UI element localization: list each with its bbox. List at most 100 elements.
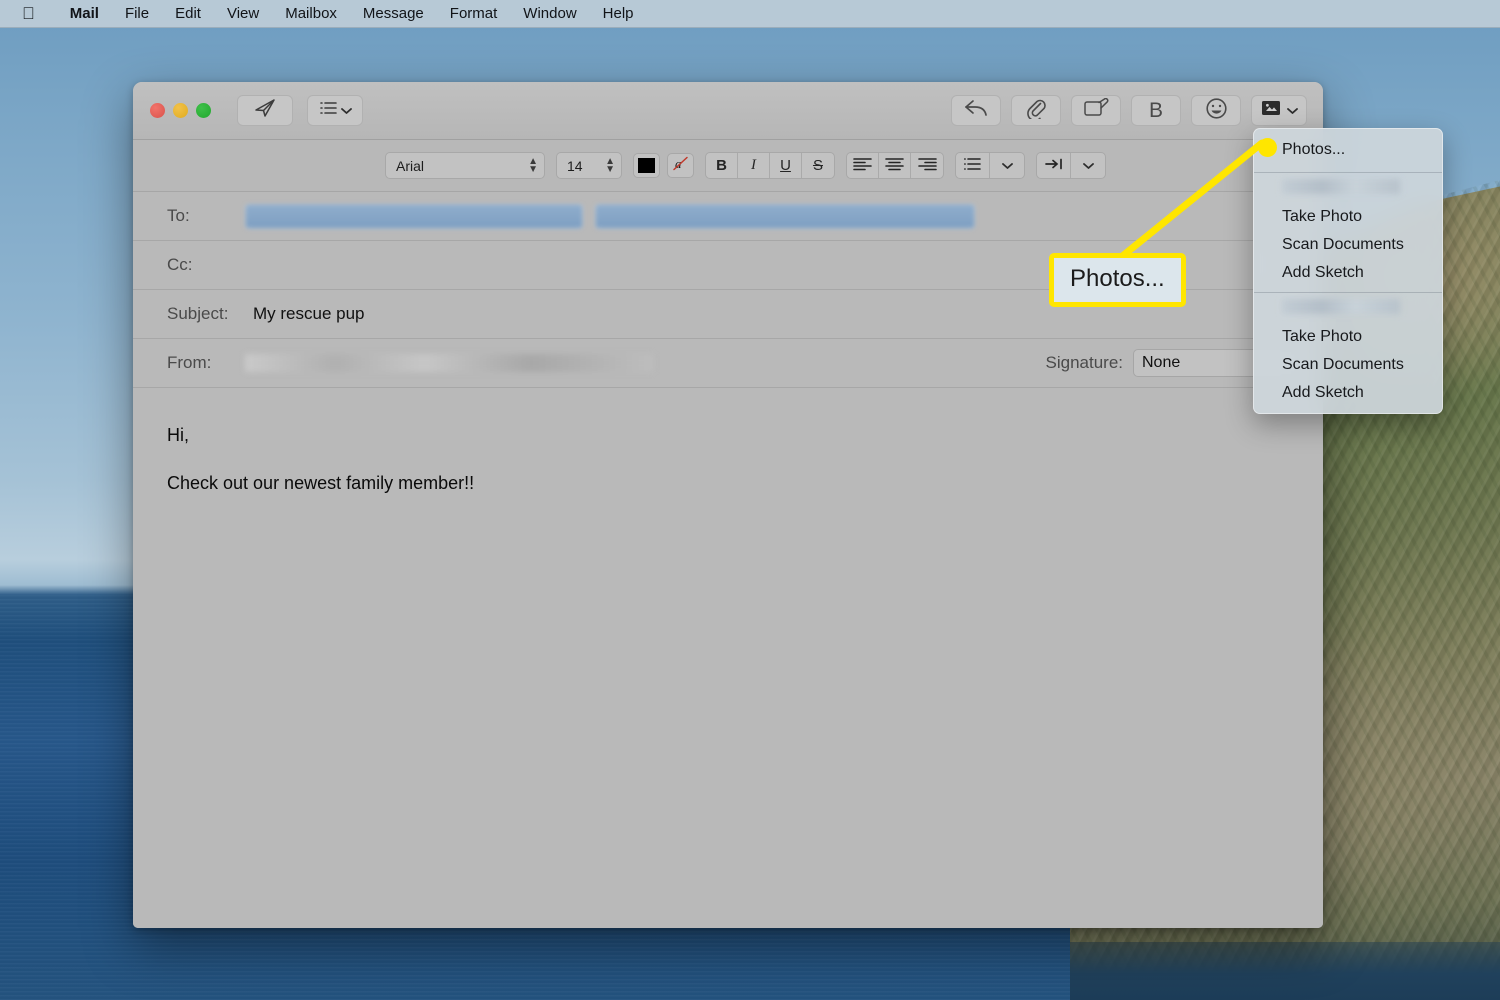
subject-label: Subject: [167,304,229,323]
text-style-group: B I U S [705,152,835,179]
menu-item-view[interactable]: View [214,0,272,28]
highlight-color-button[interactable]: a [667,153,694,178]
menu-device-header [1282,179,1400,194]
photo-browser-icon [1261,99,1284,123]
text-color-swatch [638,158,655,173]
list-style-chevron-button[interactable] [990,153,1024,178]
mail-compose-window: B Arial ▲ ▼ 14 ▲ ▼ a B I U S To: Cc: Sub… [133,82,1323,928]
font-family-value: Arial [396,157,425,174]
attach-button[interactable] [1011,95,1061,126]
stationery-button[interactable] [1071,95,1121,126]
indent-group [1036,152,1106,179]
photo-browser-dropdown-menu: Photos... Take Photo Scan Documents Add … [1253,128,1443,414]
align-right-button[interactable] [911,153,943,178]
window-controls [150,103,211,118]
menu-item-help[interactable]: Help [590,0,647,28]
menu-separator [1254,292,1442,293]
toolbar-left-group [237,95,363,126]
menu-item-message[interactable]: Message [350,0,437,28]
stepper-icon: ▲ ▼ [528,155,538,175]
text-color-button[interactable] [633,153,660,178]
indent-chevron-button[interactable] [1071,153,1105,178]
from-value [245,354,653,372]
menu-item-take-photo[interactable]: Take Photo [1254,203,1442,231]
body-line-2: Check out our newest family member!! [167,473,475,494]
text-highlight-icon: a [671,155,690,177]
desktop-background:  Mail File Edit View Mailbox Message Fo… [0,0,1500,1000]
subject-value: My rescue pup [253,304,365,323]
italic-button[interactable]: I [738,153,770,178]
to-field-row[interactable]: To: [133,192,1323,241]
underline-button[interactable]: U [770,153,802,178]
reply-button[interactable] [951,95,1001,126]
stationery-icon [1083,97,1109,124]
align-center-icon [885,157,904,175]
header-fields-button[interactable] [307,95,363,126]
menu-item-scan-documents[interactable]: Scan Documents [1254,351,1442,379]
macos-menu-bar:  Mail File Edit View Mailbox Message Fo… [0,0,1500,28]
send-icon [253,96,277,125]
align-center-button[interactable] [879,153,911,178]
menu-item-format[interactable]: Format [437,0,511,28]
bold-button[interactable]: B [706,153,738,178]
font-size-select[interactable]: 14 ▲ ▼ [556,152,622,179]
foreground-water [1070,942,1500,1000]
list-icon [319,100,338,121]
cc-label: Cc: [167,255,193,274]
signature-label: Signature: [1045,353,1124,372]
callout-label: Photos... [1049,253,1186,307]
recipient-chip[interactable] [595,203,975,229]
alignment-group [846,152,944,179]
recipient-chip[interactable] [245,203,583,229]
callout-dot [1258,138,1277,157]
indent-icon [1044,157,1064,175]
chevron-down-icon [1001,157,1013,174]
photo-browser-button[interactable] [1251,95,1307,126]
emoji-icon [1205,97,1228,125]
from-label: From: [167,353,212,372]
menu-item-window[interactable]: Window [510,0,589,28]
align-left-button[interactable] [847,153,879,178]
minimize-button[interactable] [173,103,188,118]
toolbar-right-group: B [951,95,1307,126]
menu-item-file[interactable]: File [112,0,162,28]
font-family-select[interactable]: Arial ▲ ▼ [385,152,545,179]
strikethrough-button[interactable]: S [802,153,834,178]
align-right-icon [917,157,937,175]
menu-item-mail[interactable]: Mail [57,0,112,28]
menu-item-add-sketch[interactable]: Add Sketch [1254,259,1442,287]
paperclip-icon [1026,97,1046,124]
menu-separator [1254,172,1442,173]
body-line-1: Hi, [167,425,189,445]
color-group: a [633,153,694,178]
menu-item-add-sketch[interactable]: Add Sketch [1254,379,1442,407]
maximize-button[interactable] [196,103,211,118]
menu-device-header [1282,299,1400,314]
chevron-down-icon [1286,102,1298,120]
reply-arrow-icon [964,98,988,123]
send-button[interactable] [237,95,293,126]
menu-item-scan-documents[interactable]: Scan Documents [1254,231,1442,259]
format-toolbar: Arial ▲ ▼ 14 ▲ ▼ a B I U S [133,140,1323,192]
message-body[interactable]: Hi, Check out our newest family member!! [133,388,1323,928]
from-field-row[interactable]: From: Signature: None [133,339,1323,388]
close-button[interactable] [150,103,165,118]
apple-logo-icon[interactable]:  [22,5,35,22]
align-left-icon [853,157,872,175]
format-text-button[interactable]: B [1131,95,1181,126]
menu-item-take-photo[interactable]: Take Photo [1254,323,1442,351]
to-label: To: [167,206,190,225]
letter-a-icon: B [1148,98,1163,122]
menu-item-mailbox[interactable]: Mailbox [272,0,350,28]
signature-value: None [1142,354,1181,371]
bullet-list-button[interactable] [956,153,990,178]
menu-item-photos[interactable]: Photos... [1254,135,1442,167]
indent-button[interactable] [1037,153,1071,178]
chevron-down-icon [340,102,352,120]
chevron-down-icon [1082,157,1094,174]
window-titlebar: B [133,82,1323,140]
menu-item-edit[interactable]: Edit [162,0,214,28]
stepper-icon: ▲ ▼ [605,155,615,175]
bullet-list-icon [963,157,982,175]
emoji-button[interactable] [1191,95,1241,126]
